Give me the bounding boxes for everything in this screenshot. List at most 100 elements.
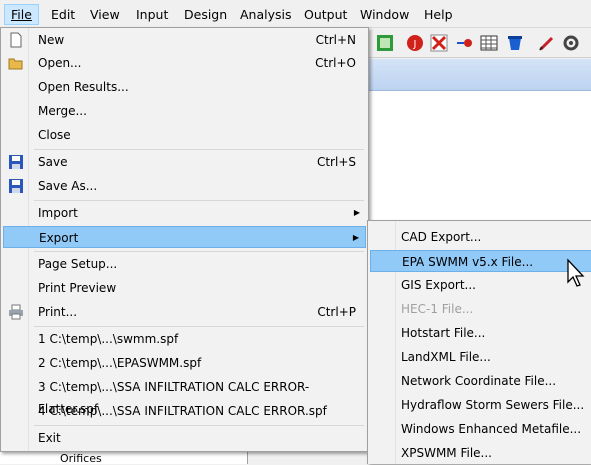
- menu-item-recent-2[interactable]: 2 C:\temp\...\EPASWMM.spf: [3, 352, 366, 374]
- menu-item-label: Network Coordinate File...: [401, 374, 557, 388]
- file-menu: New Ctrl+N Open... Ctrl+O Open Results..…: [0, 27, 369, 452]
- menu-help-label: Help: [424, 7, 453, 22]
- menu-help[interactable]: Help: [418, 4, 459, 25]
- menu-file[interactable]: File: [4, 4, 39, 25]
- menu-item-recent-3[interactable]: 3 C:\temp\...\SSA INFILTRATION CALC ERRO…: [3, 376, 366, 416]
- bucket-icon[interactable]: [506, 34, 524, 52]
- menu-window[interactable]: Window: [354, 4, 415, 25]
- new-file-icon: [10, 32, 22, 48]
- menu-item-label: CAD Export...: [401, 230, 482, 244]
- table-grid-icon[interactable]: [480, 34, 498, 52]
- menu-item-label: Open Results...: [38, 80, 129, 94]
- pencil-icon[interactable]: [538, 34, 556, 52]
- export-submenu: CAD Export... EPA SWMM v5.x File... GIS …: [367, 220, 591, 464]
- menu-item-close[interactable]: Close: [3, 124, 366, 146]
- menu-item-label: New: [38, 33, 65, 47]
- pipe-fitting-icon[interactable]: [562, 34, 580, 52]
- menu-item-page-setup[interactable]: Page Setup...: [3, 253, 366, 275]
- export-item-epa-swmm[interactable]: EPA SWMM v5.x File...: [370, 250, 591, 272]
- menu-item-merge[interactable]: Merge...: [3, 100, 366, 122]
- save-as-icon: [9, 179, 23, 193]
- menu-output-label: Output: [304, 7, 348, 22]
- mouse-pointer-icon: [567, 258, 585, 287]
- menu-item-label: Export: [39, 231, 79, 245]
- delete-x-icon[interactable]: [430, 34, 448, 52]
- menu-item-shortcut: Ctrl+O: [315, 56, 356, 70]
- menu-file-label: File: [11, 7, 32, 22]
- menu-item-shortcut: Ctrl+S: [316, 155, 356, 169]
- menu-item-open-results[interactable]: Open Results...: [3, 76, 366, 98]
- menu-view-label: View: [90, 7, 120, 22]
- orifices-label: Orifices: [60, 452, 102, 465]
- menu-item-print-preview[interactable]: Print Preview: [3, 277, 366, 299]
- menu-window-label: Window: [360, 7, 410, 22]
- svg-text:J: J: [413, 39, 417, 50]
- menu-item-label: Import: [38, 206, 78, 220]
- printer-icon: [9, 304, 23, 320]
- toolbar: J: [368, 28, 591, 58]
- menu-item-open[interactable]: Open... Ctrl+O: [3, 52, 366, 74]
- menu-input[interactable]: Input: [130, 4, 174, 25]
- menu-separator: [34, 200, 364, 201]
- menu-item-label: Hotstart File...: [401, 326, 486, 340]
- menu-input-label: Input: [136, 7, 169, 22]
- menu-item-new[interactable]: New Ctrl+N: [3, 29, 366, 51]
- menu-analysis-label: Analysis: [240, 7, 292, 22]
- save-icon: [9, 155, 23, 169]
- export-item-network-coordinate[interactable]: Network Coordinate File...: [370, 370, 591, 392]
- menu-design-label: Design: [184, 7, 228, 22]
- menu-item-label: Print Preview: [38, 281, 117, 295]
- menu-item-label: Close: [38, 128, 71, 142]
- menu-item-recent-4[interactable]: 4 C:\temp\...\SSA INFILTRATION CALC ERRO…: [3, 400, 366, 422]
- menu-item-label: Save: [38, 155, 68, 169]
- menu-item-label: Windows Enhanced Metafile...: [401, 422, 582, 436]
- document-tab-strip: [368, 59, 591, 91]
- menu-item-label: Open...: [38, 56, 82, 70]
- menu-separator: [34, 326, 364, 327]
- menu-item-exit[interactable]: Exit: [3, 427, 366, 449]
- menu-item-recent-1[interactable]: 1 C:\temp\...\swmm.spf: [3, 328, 366, 350]
- menu-item-label: 4 C:\temp\...\SSA INFILTRATION CALC ERRO…: [38, 404, 327, 418]
- menu-item-label: Hydraflow Storm Sewers File...: [401, 398, 585, 412]
- green-grid-icon[interactable]: [376, 34, 394, 52]
- menu-item-label: GIS Export...: [401, 278, 476, 292]
- menu-separator: [34, 425, 364, 426]
- menu-item-label: Merge...: [38, 104, 87, 118]
- export-item-gis[interactable]: GIS Export...: [370, 274, 591, 296]
- menu-item-label: 1 C:\temp\...\swmm.spf: [38, 332, 179, 346]
- submenu-arrow-icon: ▶: [352, 233, 359, 242]
- export-item-hydraflow[interactable]: Hydraflow Storm Sewers File...: [370, 394, 591, 416]
- export-item-hec1: HEC-1 File...: [370, 298, 591, 320]
- export-item-hotstart[interactable]: Hotstart File...: [370, 322, 591, 344]
- menu-item-label: Exit: [38, 431, 61, 445]
- menu-item-print[interactable]: Print... Ctrl+P: [3, 301, 366, 323]
- menu-item-label: LandXML File...: [401, 350, 491, 364]
- menu-item-shortcut: Ctrl+N: [315, 33, 356, 47]
- menu-item-save-as[interactable]: Save As...: [3, 175, 366, 197]
- tree-item-orifices[interactable]: Orifices: [60, 452, 102, 465]
- menu-separator: [34, 149, 364, 150]
- export-item-landxml[interactable]: LandXML File...: [370, 346, 591, 368]
- submenu-arrow-icon: ▶: [353, 208, 360, 217]
- menu-item-label: 2 C:\temp\...\EPASWMM.spf: [38, 356, 202, 370]
- menu-edit[interactable]: Edit: [45, 4, 81, 25]
- menu-item-label: EPA SWMM v5.x File...: [402, 255, 534, 269]
- menu-edit-label: Edit: [51, 7, 76, 22]
- export-item-cad[interactable]: CAD Export...: [370, 226, 591, 248]
- menu-item-label: XPSWMM File...: [401, 446, 492, 460]
- menu-design[interactable]: Design: [178, 4, 233, 25]
- menu-item-save[interactable]: Save Ctrl+S: [3, 151, 366, 173]
- menu-item-label: HEC-1 File...: [401, 302, 474, 316]
- export-item-emf[interactable]: Windows Enhanced Metafile...: [370, 418, 591, 440]
- export-item-xpswmm[interactable]: XPSWMM File...: [370, 442, 591, 464]
- menu-view[interactable]: View: [84, 4, 126, 25]
- menu-output[interactable]: Output: [298, 4, 353, 25]
- open-folder-icon: [8, 58, 23, 70]
- stop-j-icon[interactable]: J: [406, 34, 424, 52]
- menu-item-import[interactable]: Import ▶: [3, 202, 366, 224]
- menu-item-label: Save As...: [38, 179, 98, 193]
- menu-item-export[interactable]: Export ▶: [3, 226, 366, 248]
- link-node-icon[interactable]: [456, 34, 474, 52]
- menu-analysis[interactable]: Analysis: [234, 4, 298, 25]
- menu-bar: File Edit View Input Design Analysis Out…: [0, 0, 591, 28]
